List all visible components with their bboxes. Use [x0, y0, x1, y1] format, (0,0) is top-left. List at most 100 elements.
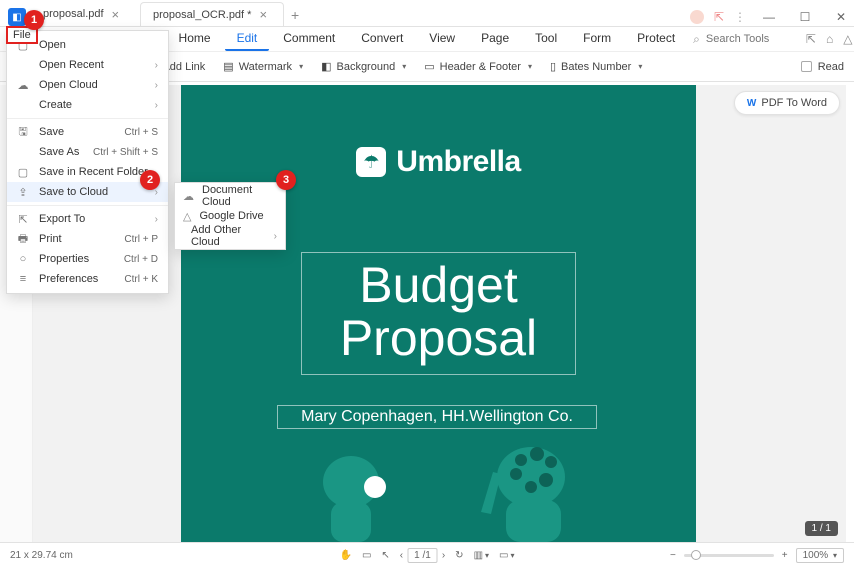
properties-icon: ○: [17, 253, 29, 265]
pdf-to-word-button[interactable]: W PDF To Word: [734, 91, 840, 115]
label: Header & Footer: [440, 61, 521, 73]
document-page[interactable]: ☂ Umbrella Budget Proposal Mary Copenhag…: [181, 85, 696, 542]
menu-edit[interactable]: Edit: [225, 27, 270, 51]
read-label: Read: [818, 61, 844, 73]
cloud-icon: ☁: [17, 79, 29, 92]
page-dimensions: 21 x 29.74 cm: [10, 550, 73, 561]
menu-page[interactable]: Page: [469, 27, 521, 51]
bates-number-button[interactable]: ▯Bates Number▾: [550, 60, 642, 73]
badge-1: 1: [24, 10, 44, 30]
header-icon: ▭: [424, 60, 434, 73]
tab-proposal[interactable]: proposal.pdf ×: [30, 2, 140, 26]
header-footer-button[interactable]: ▭Header & Footer▾: [424, 60, 532, 73]
file-create[interactable]: Create›: [7, 95, 168, 115]
export-icon: ⇱: [17, 213, 29, 226]
drive-icon: △: [183, 210, 191, 223]
menu-comment[interactable]: Comment: [271, 27, 347, 51]
folder-icon: ▢: [17, 166, 29, 179]
read-checkbox[interactable]: [801, 61, 812, 72]
label: PDF To Word: [761, 97, 827, 109]
file-preferences[interactable]: ≡PreferencesCtrl + K: [7, 269, 168, 289]
export-icon[interactable]: ⇱: [806, 32, 816, 46]
zoom-in-icon[interactable]: +: [782, 550, 788, 561]
search-input[interactable]: [706, 33, 786, 45]
bates-icon: ▯: [550, 60, 556, 73]
share-icon[interactable]: ⇱: [714, 10, 724, 24]
layout-icon[interactable]: ▥▾: [474, 550, 489, 561]
cloud-up-icon: ⇪: [17, 186, 29, 199]
next-page-icon[interactable]: ›: [442, 550, 445, 561]
badge-2: 2: [140, 170, 160, 190]
file-export-to[interactable]: ⇱Export To›: [7, 209, 168, 229]
chevron-right-icon: ›: [274, 231, 277, 242]
file-open-recent[interactable]: Open Recent›: [7, 55, 168, 75]
tab-label: proposal_OCR.pdf *: [153, 9, 251, 21]
save-to-cloud-submenu: ☁Document Cloud △Google Drive Add Other …: [174, 182, 286, 250]
statusbar: 21 x 29.74 cm ✋ ▭ ↖ ‹ 1 /1 › ↻ ▥▾ ▭▾ − +…: [0, 542, 854, 568]
file-menu: ▢Open Open Recent› ☁Open Cloud› Create› …: [6, 30, 169, 294]
file-print[interactable]: 🖶PrintCtrl + P: [7, 229, 168, 249]
search-icon: ⌕: [693, 32, 700, 47]
background-button[interactable]: ◧Background▾: [321, 60, 406, 73]
rotate-icon[interactable]: ↻: [455, 550, 463, 561]
main-menu: Home Edit Comment Convert View Page Tool…: [167, 27, 688, 51]
zoom-out-icon[interactable]: −: [670, 550, 676, 561]
title-line2: Proposal: [312, 312, 565, 365]
menu-home[interactable]: Home: [167, 27, 223, 51]
menu-tool[interactable]: Tool: [523, 27, 569, 51]
cloud-sync-icon[interactable]: [690, 10, 704, 24]
close-icon[interactable]: ×: [259, 7, 267, 22]
file-open-cloud[interactable]: ☁Open Cloud›: [7, 75, 168, 95]
page-badge: 1 / 1: [805, 521, 838, 536]
more-icon[interactable]: ⋮: [734, 10, 746, 24]
menu-convert[interactable]: Convert: [349, 27, 415, 51]
tab-label: proposal.pdf: [43, 8, 104, 20]
tab-proposal-ocr[interactable]: proposal_OCR.pdf * ×: [140, 2, 284, 26]
select-tool-icon[interactable]: ▭: [362, 550, 371, 561]
fit-icon[interactable]: ▭▾: [499, 550, 514, 561]
brand-icon: ☂: [356, 147, 386, 177]
watermark-button[interactable]: ▤Watermark▾: [223, 60, 303, 73]
menu-form[interactable]: Form: [571, 27, 623, 51]
close-button[interactable]: ✕: [828, 8, 854, 26]
submenu-document-cloud[interactable]: ☁Document Cloud: [175, 186, 285, 206]
zoom-slider[interactable]: [684, 554, 774, 557]
chevron-right-icon: ›: [155, 60, 158, 71]
title-box[interactable]: Budget Proposal: [301, 252, 576, 375]
add-tab-button[interactable]: +: [284, 4, 306, 26]
menu-protect[interactable]: Protect: [625, 27, 687, 51]
cloud-icon[interactable]: ⌂: [826, 32, 833, 46]
label: Watermark: [239, 61, 292, 73]
watermark-icon: ▤: [223, 60, 233, 73]
cloud-icon: ☁: [183, 190, 194, 203]
brand-name: Umbrella: [396, 145, 520, 179]
print-icon: 🖶: [17, 230, 29, 249]
minimize-button[interactable]: —: [756, 8, 782, 26]
background-icon: ◧: [321, 60, 331, 73]
page-navigation[interactable]: ‹ 1 /1 ›: [400, 548, 445, 563]
prev-page-icon[interactable]: ‹: [400, 550, 403, 561]
arrow-tool-icon[interactable]: ↖: [381, 550, 389, 561]
submenu-google-drive[interactable]: △Google Drive: [175, 206, 285, 226]
title-line1: Budget: [312, 259, 565, 312]
file-save-as[interactable]: Save AsCtrl + Shift + S: [7, 142, 168, 162]
file-properties[interactable]: ○PropertiesCtrl + D: [7, 249, 168, 269]
label: Bates Number: [561, 61, 631, 73]
illustration: [181, 432, 696, 542]
chevron-right-icon: ›: [155, 100, 158, 111]
badge-3: 3: [276, 170, 296, 190]
settings-icon[interactable]: △: [843, 32, 852, 46]
menu-view[interactable]: View: [417, 27, 467, 51]
label: Background: [336, 61, 395, 73]
hand-tool-icon[interactable]: ✋: [340, 550, 352, 561]
save-icon: 🖫: [17, 123, 29, 142]
zoom-level[interactable]: 100% ▾: [796, 548, 844, 563]
chevron-right-icon: ›: [155, 80, 158, 91]
chevron-right-icon: ›: [155, 214, 158, 225]
subtitle[interactable]: Mary Copenhagen, HH.Wellington Co.: [277, 405, 597, 429]
submenu-add-other-cloud[interactable]: Add Other Cloud›: [175, 226, 285, 246]
maximize-button[interactable]: ☐: [792, 8, 818, 26]
close-icon[interactable]: ×: [112, 7, 120, 22]
file-save[interactable]: 🖫SaveCtrl + S: [7, 122, 168, 142]
word-icon: W: [747, 98, 756, 109]
